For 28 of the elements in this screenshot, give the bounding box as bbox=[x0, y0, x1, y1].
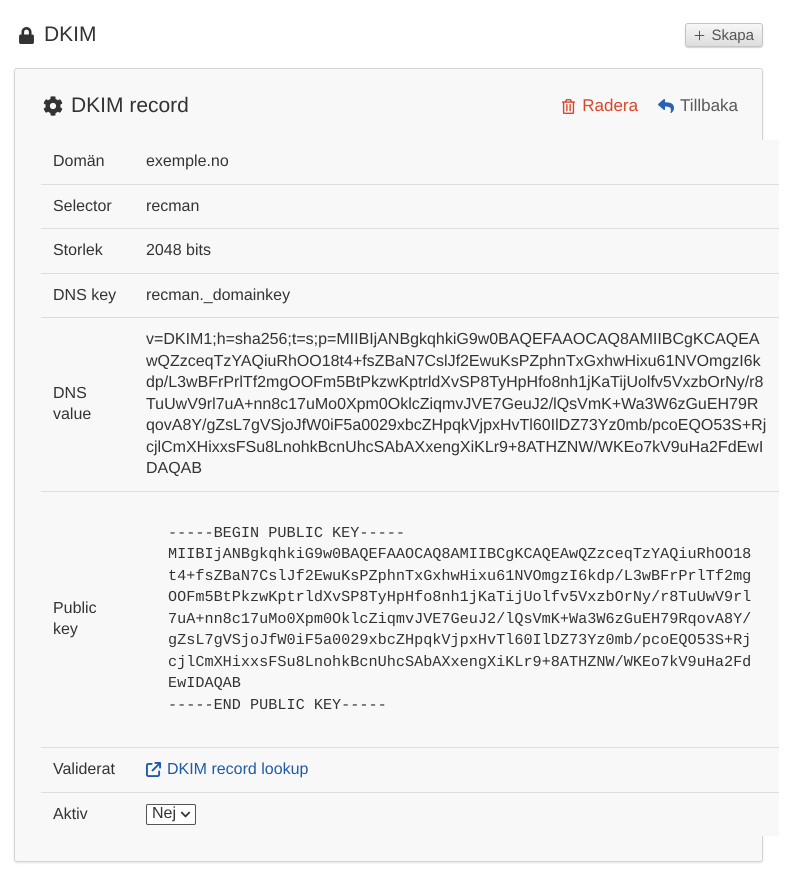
public-key-text: -----BEGIN PUBLIC KEY----- MIIBIjANBgkqhkiG9w0BAQEFAAOCAQ8AMIIBCgKCAQEAwQZzceqTzYAQiuRhOO18 t4+fsZBaN7CslJf2EwuKsPZphnTxGxhwHixu61NVOmgzI6kdp/L3wBFrPrlTf2mg OOFm5BtPkzwKptrldXvSP8TyHpHfo8nh1jKaTijUolfv5VxzbOrNy/r8TuUwV9rl 7uA+nn8c17uMo0Xpm0OklcZiqmvJVE7GeuJ2/lQsVmK+Wa3W6zGuEH79RqovA8Y/ gZsL7gVSjoJfW0iF5a0029xbcZHpqkVjpxHvTl60IlDZ73Yz0mb/pcoEQO53S+Rj cjlCmXHixxsFSu8LnohkBcnUhcSAbAXxengXiKLr9+8ATHZNW/WKEo7kV9uHa2Fd EwIDAQAB -----END PUBLIC KEY----- bbox=[167, 522, 752, 716]
settings-icon bbox=[43, 96, 63, 116]
back-button[interactable]: Tillbaka bbox=[658, 96, 738, 116]
field-value: recman._domainkey bbox=[145, 286, 292, 306]
field-label: Storlek bbox=[52, 241, 104, 261]
field-value: v=DKIM1;h=sha256;t=s;p=MIIBIjANBgkqhkiG9w0BAQEFAAOCAQ8AMIIBCgKCAQEAwQZzceqTzYAQiuRhOO18t4+fsZBaN7CslJf2EwuKsPZphnTxGxhwHixu61NVOmgzI6kdp/L3wBFrPrlTf2mgOOFm5BtPkzwKptrldXvSP8TyHpHfo8nh1jKaTijUolfv5VxzbOrNy/r8TuUwV9rl7uA+nn8c17uMo0Xpm0OklcZiqmvJVE7GeuJ2/lQsVmK+Wa3W6zGuEH79RqovA8Y/gZsL7gVSjoJfW0iF5a0029xbcZHpqkVjpxHvTl60IlDZ73Yz0mb/pcoEQO53S+RjcjlCmXHixxsFSu8LnohkBcnUhcSAbAXxengXiKLr9+8ATHZNW/WKEo7kV9uHa2FdEwIDAQAB bbox=[145, 330, 768, 479]
lookup-link[interactable]: DKIM record lookup bbox=[146, 759, 308, 780]
field-value: exemple.no bbox=[145, 152, 230, 172]
create-button[interactable]: Skapa bbox=[685, 23, 763, 47]
select-dropdown[interactable]: Nej bbox=[146, 804, 196, 825]
external-link-icon bbox=[146, 762, 161, 778]
field-value: recman bbox=[145, 196, 200, 216]
card-title: DKIM record bbox=[71, 93, 189, 119]
field-value: 2048 bits bbox=[145, 241, 212, 261]
plus-icon bbox=[692, 28, 708, 42]
field-label: DNS key bbox=[52, 286, 118, 306]
field-label: Domän bbox=[52, 152, 106, 172]
field-label: DNS value bbox=[52, 384, 92, 426]
trash-icon bbox=[561, 98, 576, 114]
field-label: Public key bbox=[52, 598, 98, 640]
page-title: DKIM bbox=[44, 22, 96, 48]
field-label: Selector bbox=[52, 196, 113, 216]
field-label: Validerat bbox=[52, 760, 116, 780]
reply-arrow-icon bbox=[658, 98, 674, 114]
chevron-down-icon bbox=[180, 808, 192, 820]
lock-icon bbox=[18, 26, 35, 44]
field-label: Aktiv bbox=[52, 804, 89, 824]
delete-button[interactable]: Radera bbox=[561, 96, 638, 116]
